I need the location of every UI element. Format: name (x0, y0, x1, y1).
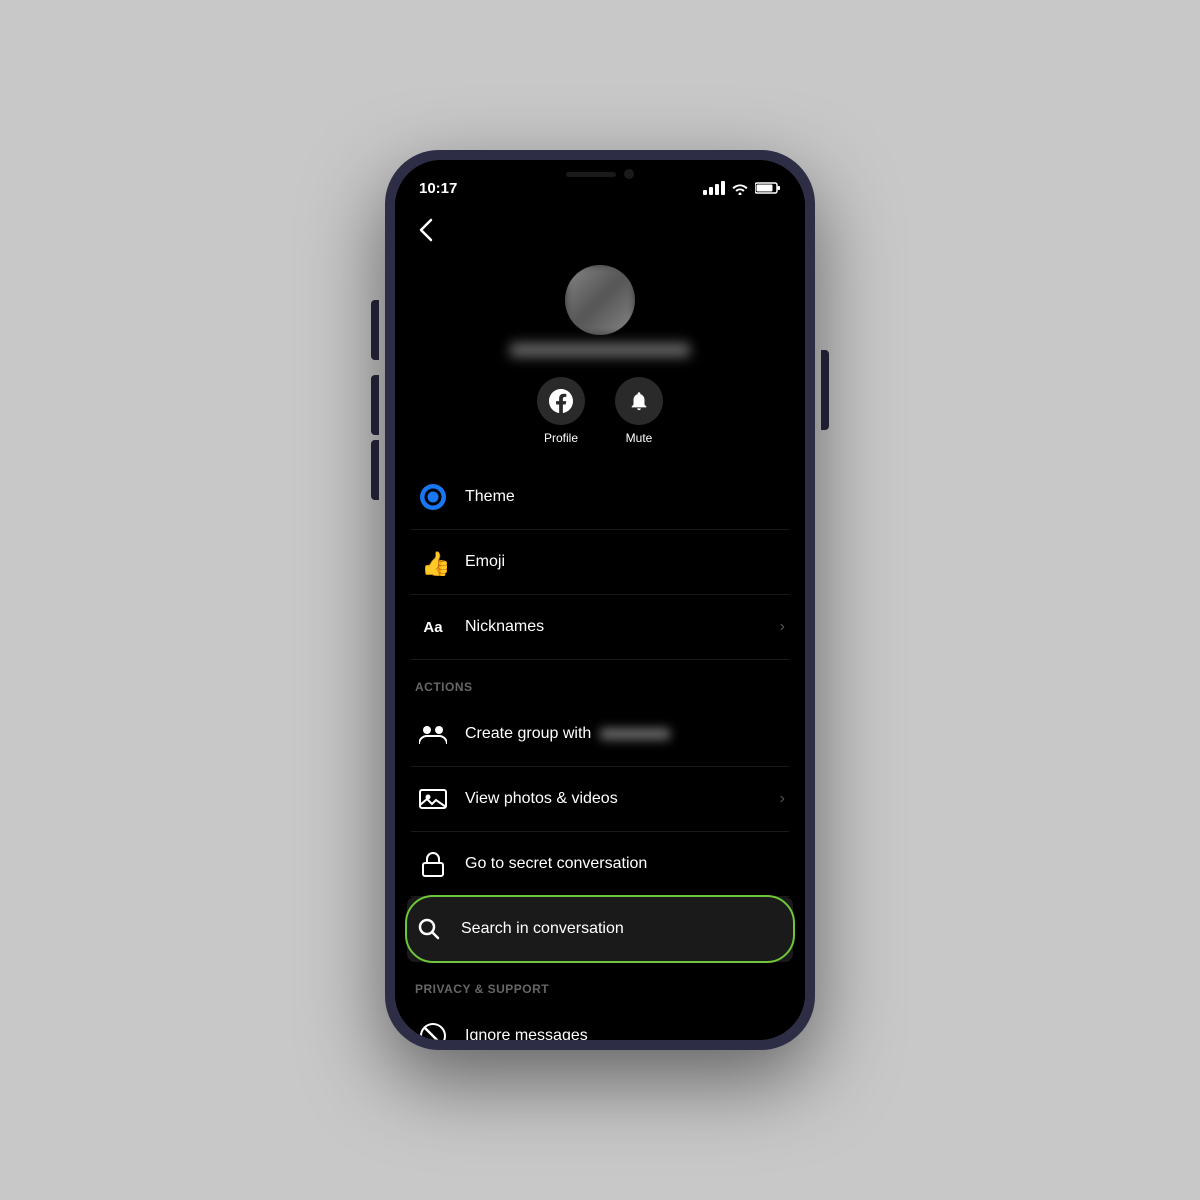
svg-text:👍: 👍 (421, 550, 447, 576)
view-photos-label: View photos & videos (465, 790, 780, 808)
phone-frame: 10:17 (385, 150, 815, 1050)
view-photos-chevron: › (780, 790, 785, 808)
mute-label: Mute (626, 431, 653, 445)
scroll-content[interactable]: Profile Mute (395, 204, 805, 1040)
create-group-icon (415, 716, 451, 752)
theme-item[interactable]: Theme (411, 465, 789, 530)
emoji-icon: 👍 (415, 544, 451, 580)
secret-conversation-label: Go to secret conversation (465, 855, 785, 873)
view-photos-icon (415, 781, 451, 817)
nicknames-chevron: › (780, 618, 785, 636)
create-group-name-redacted (600, 728, 670, 740)
search-conversation-label: Search in conversation (461, 920, 789, 938)
wifi-icon (731, 181, 749, 195)
profile-label: Profile (544, 431, 578, 445)
main-menu: Theme 👍 Emoji Aa (395, 465, 805, 1040)
nicknames-label: Nicknames (465, 618, 780, 636)
theme-label: Theme (465, 488, 785, 506)
emoji-item[interactable]: 👍 Emoji (411, 530, 789, 595)
bell-icon (628, 390, 650, 412)
speaker (566, 172, 616, 177)
secret-conversation-item[interactable]: Go to secret conversation (411, 832, 789, 897)
view-photos-item[interactable]: View photos & videos › (411, 767, 789, 832)
theme-icon (415, 479, 451, 515)
ignore-icon (415, 1018, 451, 1040)
ignore-messages-label: Ignore messages (465, 1027, 785, 1040)
status-icons (703, 181, 781, 195)
username-redacted (510, 343, 690, 357)
actions-header: ACTIONS (411, 660, 789, 702)
ignore-messages-item[interactable]: Ignore messages (411, 1004, 789, 1040)
search-icon (411, 911, 447, 947)
search-conversation-item[interactable]: Search in conversation (407, 897, 793, 962)
status-time: 10:17 (419, 180, 457, 197)
lock-icon (415, 846, 451, 882)
camera (624, 169, 634, 179)
screen: 10:17 (395, 160, 805, 1040)
avatar-image (565, 265, 635, 335)
signal-icon (703, 181, 725, 195)
facebook-icon (549, 389, 573, 413)
status-bar: 10:17 (395, 160, 805, 204)
profile-icon-circle (537, 377, 585, 425)
create-group-item[interactable]: Create group with (411, 702, 789, 767)
profile-section: Profile Mute (395, 253, 805, 465)
privacy-header: PRIVACY & SUPPORT (411, 962, 789, 1004)
create-group-label: Create group with (465, 725, 785, 743)
notch (535, 160, 665, 188)
emoji-label: Emoji (465, 553, 785, 571)
mute-icon-circle (615, 377, 663, 425)
battery-icon (755, 181, 781, 195)
mute-button[interactable]: Mute (615, 377, 663, 445)
nicknames-icon: Aa (415, 609, 451, 645)
profile-actions: Profile Mute (537, 377, 663, 445)
header (395, 204, 805, 253)
nicknames-item[interactable]: Aa Nicknames › (411, 595, 789, 660)
back-button[interactable] (415, 214, 437, 253)
phone-screen: 10:17 (395, 160, 805, 1040)
avatar (565, 265, 635, 335)
profile-button[interactable]: Profile (537, 377, 585, 445)
